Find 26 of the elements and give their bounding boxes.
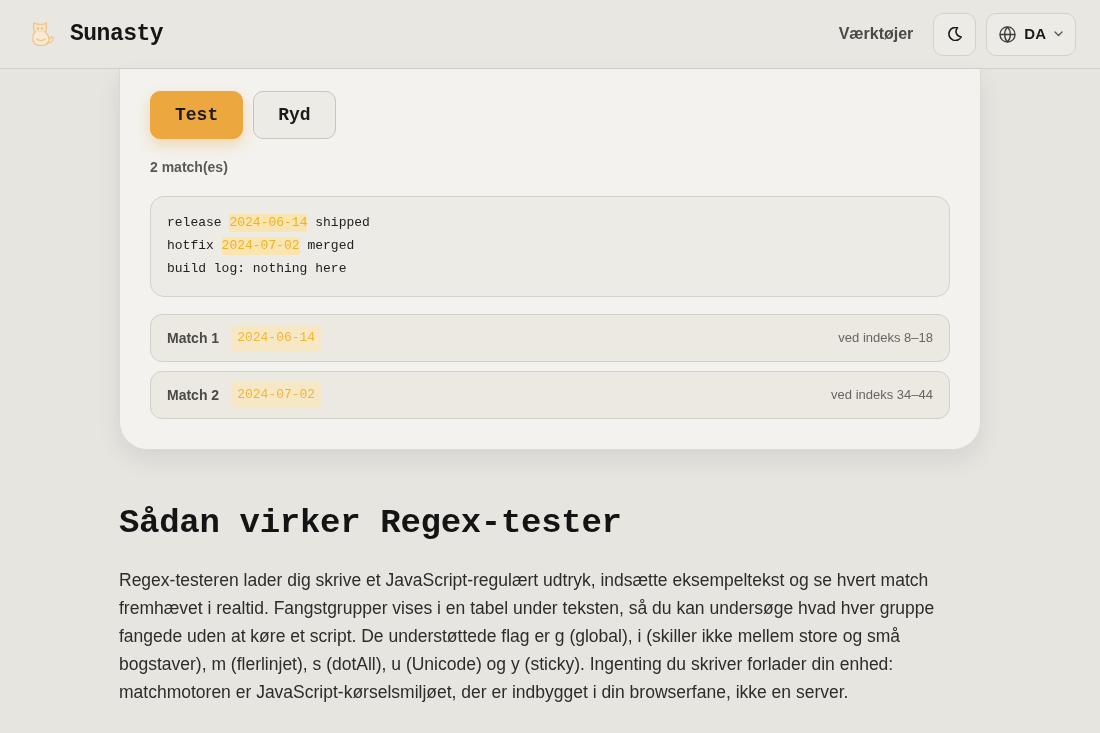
moon-icon — [947, 27, 962, 41]
language-select[interactable]: DA — [986, 12, 1076, 56]
article-heading: Sådan virker Regex-tester — [119, 503, 623, 544]
match-value: 2024-06-14 — [231, 325, 322, 351]
chevron-down-icon — [1054, 31, 1063, 37]
sample-text-box[interactable]: release 2024-06-14 shipped hotfix 2024-07-02 merged build log: nothing here — [150, 196, 950, 297]
match-highlight: 2024-06-14 — [229, 214, 308, 232]
match-label: Match 2 — [167, 385, 220, 405]
sample-text: shipped — [314, 214, 370, 232]
sample-text: merged — [306, 237, 355, 255]
match-highlight: 2024-07-02 — [221, 237, 300, 255]
match-position: ved indeks 8–18 — [838, 329, 933, 348]
sample-text: hotfix — [167, 237, 215, 255]
match-label: Match 1 — [167, 328, 220, 348]
test-button[interactable]: Test — [150, 91, 244, 139]
article-paragraph: Regex-testeren lader dig skrive et JavaScript-regulært udtryk, indsætte eksempeltekst og se hvert match fremhævet i realtid. Fangstgrupper vises i en tabel under teksten, så du kan undersøge hvad hver gruppe fangede uden at køre et script. De understøttede flag er g (global), i (skiller ikke mellem store og små bogstaver), m (flerlinjet), s (dotAll), u (Unicode) og y (sticky). Ingenting du skriver forlader din enhed: matchmotoren er JavaScript-kørselsmiljøet, der er indbygget i din browserfane, ikke en server. — [119, 569, 936, 704]
match-count: 2 match(es) — [150, 158, 229, 177]
sample-text: build log: nothing here — [167, 260, 347, 278]
match-position: ved indeks 34–44 — [831, 386, 933, 405]
nav-link[interactable]: Værktøjer — [838, 22, 914, 46]
clear-button[interactable]: Ryd — [253, 91, 336, 139]
site-name[interactable]: Sunasty — [70, 16, 164, 52]
match-value: 2024-07-02 — [231, 382, 322, 408]
theme-toggle-button[interactable] — [933, 12, 977, 56]
globe-icon — [999, 25, 1017, 43]
sample-text: release — [167, 214, 223, 232]
